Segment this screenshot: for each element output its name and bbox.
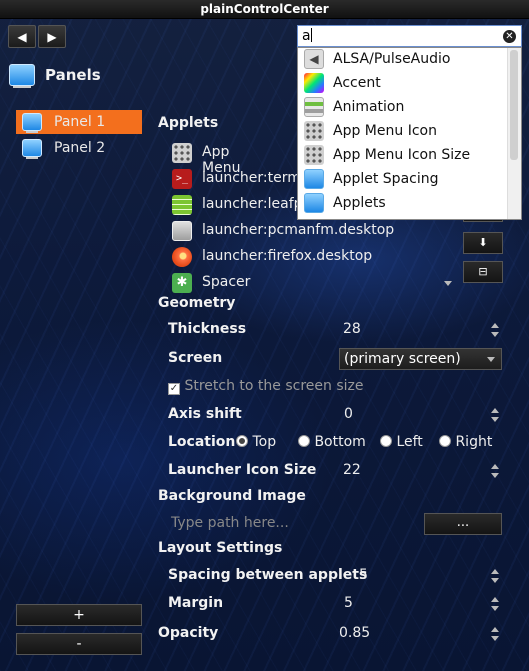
- thickness-spinbox[interactable]: 28: [343, 321, 361, 337]
- applet-label: Spacer: [202, 274, 251, 290]
- search-input-value: a: [302, 28, 311, 44]
- spin-arrows-icon[interactable]: [490, 322, 500, 338]
- applets-heading: Applets: [158, 115, 219, 131]
- remove-panel-button[interactable]: -: [16, 633, 142, 655]
- browse-button[interactable]: ...: [424, 513, 502, 535]
- location-radio-left[interactable]: Left: [380, 434, 423, 450]
- location-radio-top[interactable]: Top: [236, 434, 276, 450]
- result-label: Accent: [333, 75, 381, 91]
- axis-shift-spinbox[interactable]: 0: [344, 406, 353, 422]
- stretch-option[interactable]: ✓ Stretch to the screen size: [168, 378, 363, 395]
- search-result-item[interactable]: ◀ ALSA/PulseAudio: [302, 48, 502, 72]
- result-label: ALSA/PulseAudio: [333, 51, 451, 67]
- result-label: Animation: [333, 99, 405, 115]
- puzzle-icon: ✱: [172, 273, 192, 293]
- popup-scrollbar[interactable]: [507, 48, 521, 219]
- spin-arrows-icon[interactable]: [490, 596, 500, 612]
- launcher-icon-size-spinbox[interactable]: 22: [343, 462, 361, 478]
- clear-icon[interactable]: ✕: [503, 30, 516, 43]
- result-label: App Menu Icon: [333, 123, 437, 139]
- layout-settings-heading: Layout Settings: [158, 540, 283, 556]
- back-button[interactable]: ◀: [8, 25, 36, 48]
- grid-icon: [304, 145, 324, 165]
- search-result-item[interactable]: App Menu Icon: [302, 120, 502, 144]
- sidebar-item-panel-2[interactable]: Panel 2: [16, 136, 142, 160]
- radio-label: Bottom: [314, 434, 366, 450]
- scrollbar-thumb[interactable]: [510, 50, 518, 160]
- spin-arrows-icon[interactable]: [490, 407, 500, 423]
- radio-icon: [439, 435, 451, 447]
- screen-label: Screen: [168, 350, 223, 366]
- forward-button[interactable]: ▶: [38, 25, 66, 48]
- spacing-spinbox[interactable]: 5: [359, 567, 368, 583]
- background-path-input[interactable]: Type path here...: [158, 512, 418, 534]
- geometry-heading: Geometry: [158, 295, 236, 311]
- thickness-label: Thickness: [168, 321, 247, 337]
- sidebar-item-panel-1[interactable]: Panel 1: [16, 110, 142, 134]
- stretch-checkbox-label: Stretch to the screen size: [184, 378, 364, 394]
- search-result-item[interactable]: Applet Spacing: [302, 168, 502, 192]
- stretch-checkbox[interactable]: ✓: [168, 383, 180, 395]
- radio-selected-icon: [236, 435, 248, 447]
- opacity-label: Opacity: [158, 625, 219, 641]
- move-down-button[interactable]: ⬇: [463, 232, 503, 254]
- remove-applet-button[interactable]: ⊟: [463, 261, 503, 283]
- monitor-icon: [304, 193, 324, 213]
- sidebar-item-label: Panel 2: [54, 140, 106, 156]
- folder-icon: [172, 221, 192, 241]
- applet-label: launcher:pcmanfm.desktop: [202, 222, 395, 238]
- radio-label: Top: [252, 434, 277, 450]
- sidebar-item-label: Panel 1: [54, 114, 106, 130]
- spin-arrows-icon[interactable]: [490, 626, 500, 642]
- toggle-icon: [304, 97, 324, 117]
- location-radio-bottom[interactable]: Bottom: [298, 434, 366, 450]
- text-caret: [310, 28, 312, 42]
- search-input[interactable]: a ✕: [297, 25, 522, 47]
- color-palette-icon: [304, 73, 324, 93]
- search-results-popup: ◀ ALSA/PulseAudio Accent Animation App M…: [297, 47, 522, 220]
- window-titlebar: plainControlCenter: [0, 0, 529, 19]
- page-title: Panels: [45, 66, 101, 84]
- margin-label: Margin: [168, 595, 224, 611]
- scroll-down-arrow-icon[interactable]: [444, 281, 452, 286]
- radio-label: Left: [396, 434, 423, 450]
- applet-label: launcher:firefox.desktop: [202, 248, 373, 264]
- spin-arrows-icon[interactable]: [490, 463, 500, 479]
- result-label: App Menu Icon Size: [333, 147, 471, 163]
- launcher-icon-size-label: Launcher Icon Size: [168, 462, 317, 478]
- opacity-spinbox[interactable]: 0.85: [339, 625, 370, 641]
- monitor-icon: [304, 169, 324, 189]
- result-label: Applet Spacing: [333, 171, 439, 187]
- search-result-item[interactable]: Applets: [302, 192, 502, 216]
- screen-select[interactable]: (primary screen): [339, 348, 502, 370]
- firefox-icon: [172, 247, 192, 267]
- result-label: Applets: [333, 195, 386, 211]
- search-result-item[interactable]: Accent: [302, 72, 502, 96]
- spin-arrows-icon[interactable]: [490, 568, 500, 584]
- search-result-item[interactable]: App Menu Icon Size: [302, 144, 502, 168]
- grid-icon: [172, 143, 192, 163]
- search-result-item[interactable]: Animation: [302, 96, 502, 120]
- leafpad-icon: [172, 195, 192, 215]
- panels-icon: [9, 64, 35, 88]
- monitor-icon: [22, 139, 42, 159]
- margin-spinbox[interactable]: 5: [344, 595, 353, 611]
- monitor-icon: [22, 113, 42, 133]
- radio-label: Right: [455, 434, 493, 450]
- location-label: Location: [168, 434, 236, 450]
- background-image-heading: Background Image: [158, 488, 306, 504]
- chevron-down-icon: [487, 357, 495, 362]
- speaker-icon: ◀: [304, 49, 324, 69]
- screen-select-value: (primary screen): [344, 351, 461, 367]
- radio-icon: [380, 435, 392, 447]
- add-panel-button[interactable]: +: [16, 604, 142, 626]
- spacing-label: Spacing between applets: [168, 567, 368, 583]
- terminal-icon: >_: [172, 169, 192, 189]
- axis-shift-label: Axis shift: [168, 406, 242, 422]
- radio-icon: [298, 435, 310, 447]
- grid-icon: [304, 121, 324, 141]
- location-radio-right[interactable]: Right: [439, 434, 492, 450]
